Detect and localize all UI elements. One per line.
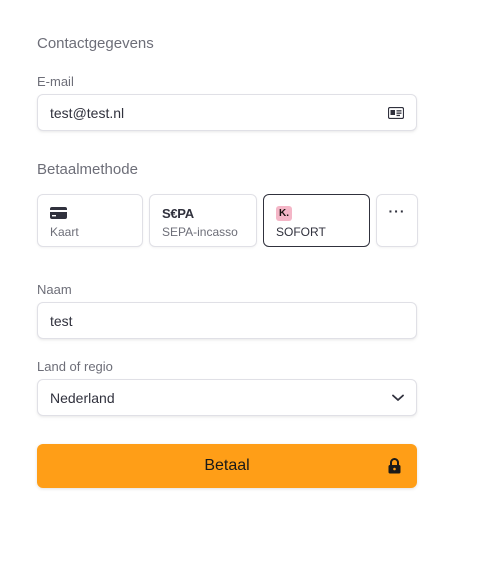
chevron-down-icon xyxy=(392,394,404,402)
lock-icon xyxy=(388,458,401,479)
payment-method-label: Kaart xyxy=(50,225,79,239)
payment-method-sepa[interactable]: S€PA SEPA-incasso xyxy=(149,194,257,247)
payment-method-label: SOFORT xyxy=(276,225,326,239)
more-icon: ··· xyxy=(388,203,406,219)
klarna-icon: K. xyxy=(276,205,292,221)
contact-card-icon xyxy=(388,106,404,119)
more-methods-button[interactable]: ··· xyxy=(376,194,418,247)
name-value: test xyxy=(50,312,73,329)
email-field[interactable]: test@test.nl xyxy=(37,94,417,131)
country-label: Land of regio xyxy=(37,359,113,374)
country-select[interactable]: Nederland xyxy=(37,379,417,416)
name-label: Naam xyxy=(37,282,72,297)
name-field[interactable]: test xyxy=(37,302,417,339)
card-icon xyxy=(50,205,130,221)
country-value: Nederland xyxy=(50,389,115,406)
checkout-form: Contactgegevens E-mail test@test.nl Beta… xyxy=(0,0,490,563)
pay-button[interactable]: Betaal xyxy=(37,444,417,488)
payment-method-sofort[interactable]: K. SOFORT xyxy=(263,194,370,247)
payment-method-tabs: Kaart S€PA SEPA-incasso K. SOFORT ··· xyxy=(37,194,418,247)
payment-method-label: SEPA-incasso xyxy=(162,225,238,239)
sepa-icon: S€PA xyxy=(162,205,194,221)
email-label: E-mail xyxy=(37,74,74,89)
email-value: test@test.nl xyxy=(50,104,125,121)
payment-section-title: Betaalmethode xyxy=(37,161,138,178)
contact-section-title: Contactgegevens xyxy=(37,35,154,52)
pay-button-label: Betaal xyxy=(204,457,250,474)
payment-method-card[interactable]: Kaart xyxy=(37,194,143,247)
